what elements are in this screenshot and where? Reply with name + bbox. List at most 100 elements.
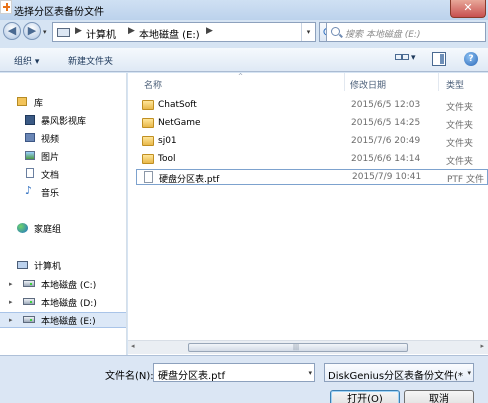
column-header-date[interactable]: 修改日期 xyxy=(350,78,386,96)
file-row[interactable]: sj01 2015/7/6 20:49 文件夹 xyxy=(136,134,488,150)
music-icon: ♪ xyxy=(25,184,33,197)
column-divider[interactable] xyxy=(438,73,439,91)
expand-icon[interactable]: ▸ xyxy=(9,280,13,288)
file-name: ChatSoft xyxy=(158,100,197,110)
chevron-down-icon[interactable]: ▾ xyxy=(308,369,312,377)
chevron-down-icon[interactable]: ▾ xyxy=(467,369,471,377)
dialog-title: 选择分区表备份文件 xyxy=(14,7,104,18)
new-folder-button[interactable]: 新建文件夹 xyxy=(68,54,113,67)
videos-icon xyxy=(25,133,35,142)
scroll-left-icon[interactable]: ◂ xyxy=(131,342,135,350)
drive-icon xyxy=(23,280,35,287)
nav-label: 文档 xyxy=(41,171,60,181)
close-button[interactable]: ✕ xyxy=(450,0,486,18)
drive-icon xyxy=(23,316,35,323)
navigation-pane: 库 暴风影视库 视频 图片 文档 ♪ 音乐 家庭组 计算机 ▸ 本地磁盘 (C:… xyxy=(0,73,127,355)
preview-pane-icon[interactable] xyxy=(432,52,446,66)
nav-label: 本地磁盘 (C:) xyxy=(41,281,97,291)
computer-icon xyxy=(17,261,28,269)
search-icon xyxy=(331,27,340,36)
file-date: 2015/6/5 14:25 xyxy=(351,118,421,128)
nav-drive-d[interactable]: ▸ 本地磁盘 (D:) xyxy=(0,294,126,310)
open-button[interactable]: 打开(O) xyxy=(330,390,400,403)
breadcrumb-computer[interactable]: 计算机 xyxy=(86,26,116,41)
column-header-name[interactable]: 名称 xyxy=(144,78,162,96)
back-button[interactable]: ◀ xyxy=(3,22,21,40)
file-row[interactable]: NetGame 2015/6/5 14:25 文件夹 xyxy=(136,116,488,132)
file-list: ^ 名称 修改日期 类型 ChatSoft 2015/6/5 12:03 文件夹… xyxy=(128,73,488,355)
address-dropdown-icon[interactable]: ▾ xyxy=(301,23,315,41)
scrollbar-thumb[interactable]: ||| xyxy=(188,343,408,352)
nav-label: 库 xyxy=(34,99,44,109)
file-name: Tool xyxy=(158,154,176,164)
folder-icon xyxy=(142,118,154,128)
breadcrumb-separator-icon[interactable]: ▶ xyxy=(75,26,82,36)
view-dropdown-icon[interactable]: ▾ xyxy=(411,53,416,63)
nav-label: 音乐 xyxy=(41,189,60,199)
expand-icon[interactable]: ▸ xyxy=(9,298,13,306)
breadcrumb-separator-icon[interactable]: ▶ xyxy=(128,26,135,36)
nav-drive-e[interactable]: ▸ 本地磁盘 (E:) xyxy=(0,312,126,328)
file-type: 文件夹 xyxy=(446,103,474,113)
nav-item-videos[interactable]: 视频 xyxy=(0,130,126,146)
filename-label: 文件名(N): xyxy=(105,371,154,382)
file-date: 2015/7/9 10:41 xyxy=(352,172,422,182)
address-bar[interactable]: ▶ 计算机 ▶ 本地磁盘 (E:) ▶ ▾ xyxy=(52,22,316,42)
nav-drive-c[interactable]: ▸ 本地磁盘 (C:) xyxy=(0,276,126,292)
organize-button[interactable]: 组织 ▾ xyxy=(14,54,39,67)
history-dropdown-icon[interactable]: ▾ xyxy=(43,28,47,36)
horizontal-scrollbar[interactable]: ◂ ||| ▸ xyxy=(128,340,488,354)
nav-label: 本地磁盘 (D:) xyxy=(41,299,97,309)
nav-label: 图片 xyxy=(41,153,60,163)
file-icon xyxy=(144,171,153,183)
nav-item-documents[interactable]: 文档 xyxy=(0,166,126,182)
column-header-type[interactable]: 类型 xyxy=(446,78,464,96)
scroll-right-icon[interactable]: ▸ xyxy=(480,342,484,350)
file-row[interactable]: ChatSoft 2015/6/5 12:03 文件夹 xyxy=(136,98,488,114)
file-open-dialog: 选择分区表备份文件 ✕ ◀ ▶ ▾ ▶ 计算机 ▶ 本地磁盘 (E:) ▶ ▾ … xyxy=(0,0,488,403)
grip-icon: ||| xyxy=(293,344,300,351)
nav-label: 家庭组 xyxy=(34,225,62,235)
video-library-icon xyxy=(25,115,35,125)
forward-button[interactable]: ▶ xyxy=(23,22,41,40)
documents-icon xyxy=(26,168,34,178)
nav-label: 本地磁盘 (E:) xyxy=(41,317,96,327)
help-icon[interactable]: ? xyxy=(464,52,478,66)
view-options-icon[interactable] xyxy=(394,52,409,66)
cancel-button[interactable]: 取消 xyxy=(404,390,474,403)
column-divider[interactable] xyxy=(344,73,345,91)
nav-label: 计算机 xyxy=(34,262,62,272)
folder-icon xyxy=(142,136,154,146)
expand-icon[interactable]: ▸ xyxy=(9,316,13,324)
nav-computer[interactable]: 计算机 xyxy=(0,257,126,273)
nav-item-music[interactable]: ♪ 音乐 xyxy=(0,184,126,200)
library-icon xyxy=(17,97,27,106)
folder-icon xyxy=(142,154,154,164)
nav-label: 视频 xyxy=(41,135,60,145)
file-row-selected[interactable]: 硬盘分区表.ptf 2015/7/9 10:41 PTF 文件 xyxy=(136,169,488,185)
filename-input[interactable]: 硬盘分区表.ptf ▾ xyxy=(153,363,315,382)
filetype-select[interactable]: DiskGenius分区表备份文件(* ▾ xyxy=(324,363,474,382)
nav-item-pictures[interactable]: 图片 xyxy=(0,148,126,164)
title-bar: 选择分区表备份文件 ✕ xyxy=(0,0,488,20)
file-row[interactable]: Tool 2015/6/6 14:14 文件夹 xyxy=(136,152,488,168)
search-box[interactable]: 搜索 本地磁盘 (E:) xyxy=(326,22,486,42)
file-type: PTF 文件 xyxy=(447,175,484,185)
file-type: 文件夹 xyxy=(446,139,474,149)
app-icon xyxy=(0,0,12,14)
nav-item-baofeng[interactable]: 暴风影视库 xyxy=(0,112,126,128)
filename-value: 硬盘分区表.ptf xyxy=(158,371,225,382)
nav-libraries[interactable]: 库 xyxy=(0,94,126,110)
sort-indicator-icon: ^ xyxy=(238,73,244,80)
breadcrumb-drive-e[interactable]: 本地磁盘 (E:) xyxy=(139,26,200,41)
dialog-footer: 文件名(N): 硬盘分区表.ptf ▾ DiskGenius分区表备份文件(* … xyxy=(0,355,488,403)
file-date: 2015/7/6 20:49 xyxy=(351,136,421,146)
nav-homegroup[interactable]: 家庭组 xyxy=(0,220,126,236)
computer-icon xyxy=(57,28,70,37)
file-name: sj01 xyxy=(158,136,177,146)
file-name: 硬盘分区表.ptf xyxy=(159,175,220,185)
breadcrumb-separator-icon[interactable]: ▶ xyxy=(206,26,213,36)
file-type: 文件夹 xyxy=(446,121,474,131)
file-date: 2015/6/6 14:14 xyxy=(351,154,421,164)
file-date: 2015/6/5 12:03 xyxy=(351,100,421,110)
